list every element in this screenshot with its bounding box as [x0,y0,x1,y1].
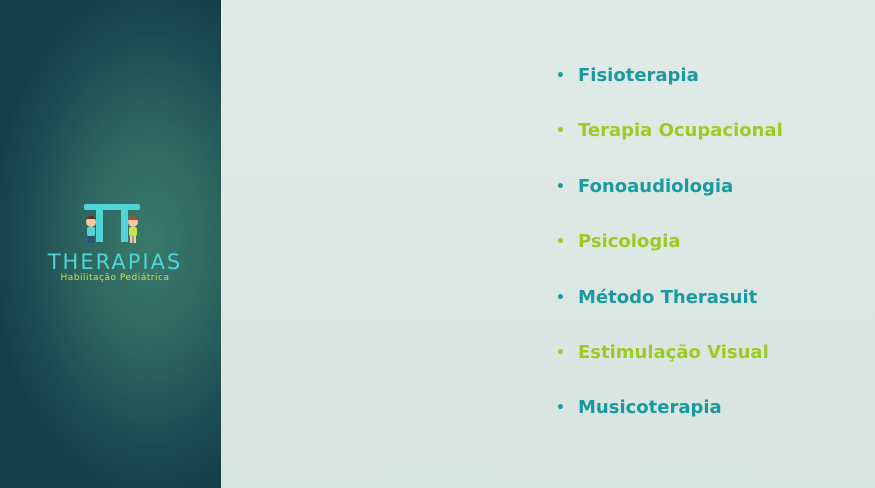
service-item-psicologia[interactable]: • Psicologia [556,228,783,283]
bullet-icon: • [556,178,565,195]
service-label: Musicoterapia [578,397,722,419]
bullet-icon: • [556,68,565,84]
bullet-icon: • [556,234,565,251]
bullet-icon: • [556,344,565,361]
logo-mark-icon [84,204,140,243]
service-item-musicoterapia[interactable]: • Musicoterapia [556,394,783,449]
services-list: • Fisioterapia • Terapia Ocupacional • F… [556,62,783,450]
service-item-terapia-ocupacional[interactable]: • Terapia Ocupacional [556,117,783,172]
bullet-icon: • [556,400,565,417]
service-label: Fonoaudiologia [578,175,734,197]
service-label: Psicologia [578,231,681,253]
service-item-metodo-therasuit[interactable]: • Método Therasuit [556,284,783,339]
service-item-fonoaudiologia[interactable]: • Fonoaudiologia [556,173,783,228]
service-label: Método Therasuit [578,286,758,308]
bullet-icon: • [556,123,565,140]
logo-tagline: Habilitação Pediátrica [60,273,170,283]
service-label: Estimulação Visual [578,341,769,363]
service-item-fisioterapia[interactable]: • Fisioterapia [556,62,783,117]
bullet-icon: • [556,289,565,306]
service-label: Fisioterapia [578,65,699,86]
service-label: Terapia Ocupacional [578,120,783,142]
logo-wordmark: THERAPIAS [47,250,183,274]
therapias-logo[interactable]: THERAPIAS Habilitação Pediátrica [30,202,200,286]
sidebar: THERAPIAS Habilitação Pediátrica [0,0,221,488]
service-item-estimulacao-visual[interactable]: • Estimulação Visual [556,339,783,394]
